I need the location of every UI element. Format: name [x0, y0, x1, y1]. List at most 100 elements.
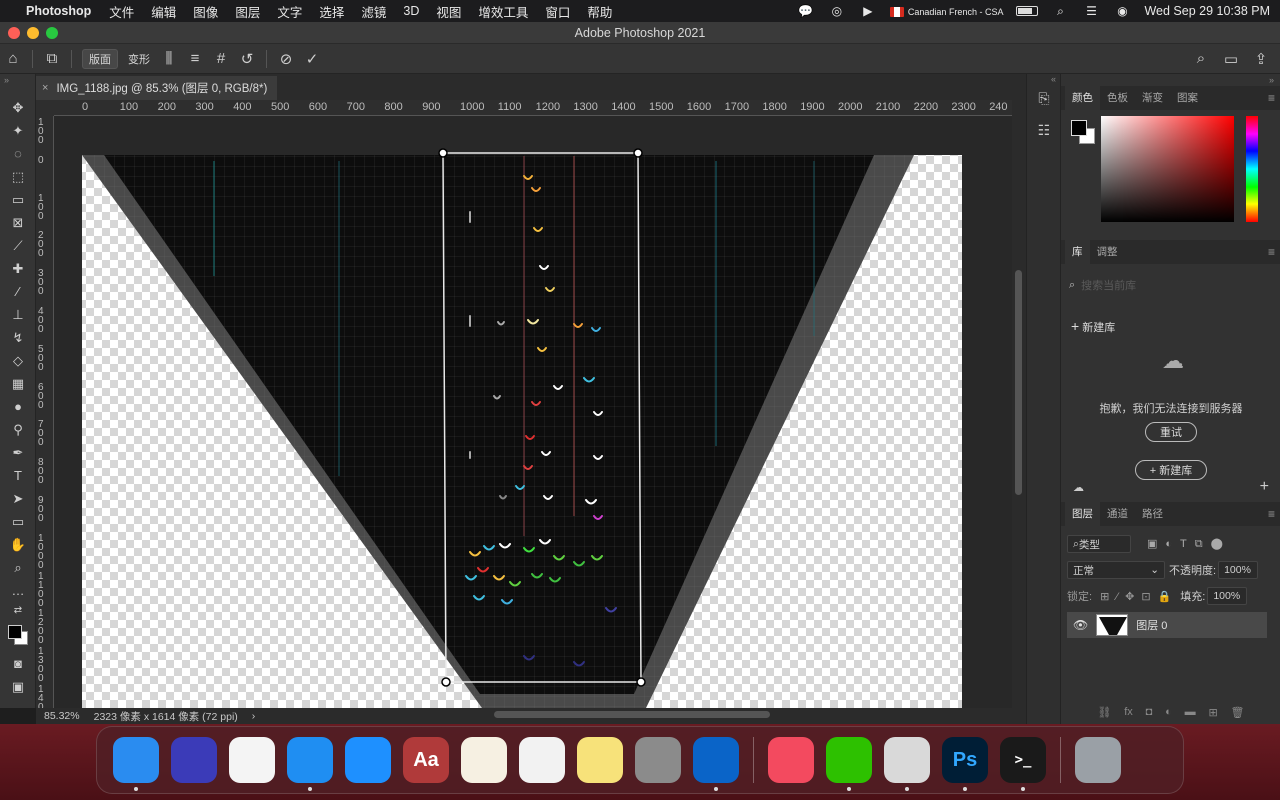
- cancel-transform-icon[interactable]: ⊘: [273, 48, 299, 70]
- menu-plugins[interactable]: 增效工具: [478, 2, 528, 21]
- rectangle-tool-icon[interactable]: ▭: [0, 510, 36, 533]
- delete-layer-icon[interactable]: 🗑: [1231, 706, 1245, 719]
- commit-transform-icon[interactable]: ✓: [299, 48, 325, 70]
- path-select-tool-icon[interactable]: ➤: [0, 487, 36, 510]
- foreground-color-swatch[interactable]: [1071, 120, 1087, 136]
- panel-menu-icon[interactable]: ≡: [1268, 91, 1275, 105]
- dock-music-icon[interactable]: [768, 737, 814, 783]
- split-grid-icon[interactable]: #: [208, 48, 234, 70]
- fill-field[interactable]: 100%: [1207, 587, 1248, 605]
- dock-keynote-icon[interactable]: [519, 737, 565, 783]
- opacity-field[interactable]: 100%: [1218, 561, 1259, 579]
- panels-collapse-icon[interactable]: »: [1061, 74, 1280, 86]
- add-library-item-icon[interactable]: +: [1260, 478, 1269, 496]
- transform-tool-icon[interactable]: ⧉: [39, 48, 65, 70]
- search-icon[interactable]: ⌕: [1051, 4, 1069, 18]
- menu-view[interactable]: 视图: [436, 2, 461, 21]
- hand-tool-icon[interactable]: ✋: [0, 533, 36, 556]
- transform-handle-top-left[interactable]: [438, 148, 448, 158]
- control-center-icon[interactable]: ☰: [1082, 4, 1100, 18]
- layer-filter-select[interactable]: ⌕ 类型: [1067, 535, 1131, 553]
- new-group-icon[interactable]: ▬: [1185, 706, 1196, 718]
- close-window-button[interactable]: [8, 27, 20, 39]
- tab-paths[interactable]: 路径: [1135, 502, 1170, 526]
- dock-trash-icon[interactable]: [1075, 737, 1121, 783]
- adjustment-layer-icon[interactable]: ◐: [1165, 706, 1172, 718]
- healing-brush-tool-icon[interactable]: ✚: [0, 257, 36, 280]
- tab-swatches[interactable]: 色板: [1100, 86, 1135, 110]
- magic-wand-tool-icon[interactable]: ✦: [0, 119, 36, 142]
- menu-layer[interactable]: 图层: [235, 2, 260, 21]
- dodge-tool-icon[interactable]: ⚲: [0, 418, 36, 441]
- cloud-sync-icon[interactable]: ☁: [1073, 481, 1084, 494]
- menubar-clock[interactable]: Wed Sep 29 10:38 PM: [1144, 4, 1270, 18]
- layer-style-icon[interactable]: fx: [1124, 706, 1133, 718]
- tab-adjustments[interactable]: 调整: [1090, 240, 1125, 264]
- layer-name[interactable]: 图层 0: [1136, 617, 1167, 633]
- lock-icons[interactable]: ⊞⁄✥⊡🔒: [1100, 590, 1178, 603]
- lasso-tool-icon[interactable]: ◌: [0, 142, 36, 165]
- new-library-link[interactable]: + 新建库: [1071, 318, 1115, 335]
- document-info[interactable]: 2323 像素 x 1614 像素 (72 ppi): [94, 709, 238, 724]
- dock-siri-icon[interactable]: [171, 737, 217, 783]
- pen-tool-icon[interactable]: ✒: [0, 441, 36, 464]
- play-status-icon[interactable]: ▶: [859, 4, 877, 18]
- frame-tool-icon[interactable]: ⊠: [0, 211, 36, 234]
- input-source-menu[interactable]: Canadian French - CSA: [889, 4, 1003, 18]
- swap-colors-icon[interactable]: ⇄: [0, 602, 36, 618]
- split-vertical-icon[interactable]: ⫼: [156, 48, 182, 70]
- new-layer-icon[interactable]: ⊞: [1208, 706, 1217, 719]
- document-tab[interactable]: × IMG_1188.jpg @ 85.3% (图层 0, RGB/8*): [36, 76, 278, 100]
- move-tool-icon[interactable]: ✥: [0, 96, 36, 119]
- close-tab-icon[interactable]: ×: [42, 82, 48, 94]
- visibility-eye-icon[interactable]: 👁: [1073, 618, 1088, 632]
- more-tools-icon[interactable]: …: [0, 579, 36, 602]
- zoom-tool-icon[interactable]: ⌕: [0, 556, 36, 579]
- eyedropper-tool-icon[interactable]: ⟋: [0, 234, 36, 257]
- menu-edit[interactable]: 编辑: [151, 2, 176, 21]
- menu-select[interactable]: 选择: [319, 2, 344, 21]
- eraser-tool-icon[interactable]: ◇: [0, 349, 36, 372]
- home-icon[interactable]: ⌂: [0, 48, 26, 70]
- menu-file[interactable]: 文件: [109, 2, 134, 21]
- strip-collapse-icon[interactable]: «: [1027, 74, 1060, 84]
- tab-color[interactable]: 颜色: [1065, 86, 1100, 110]
- stamp-tool-icon[interactable]: ⊥: [0, 303, 36, 326]
- ruler-corner[interactable]: [36, 100, 54, 116]
- vertical-ruler[interactable]: 1000100200300400500600700800900100011001…: [36, 116, 54, 708]
- layer-filter-icons[interactable]: ▣◐T⧉⬤: [1147, 537, 1231, 551]
- canvas-area[interactable]: [54, 116, 1012, 708]
- dock-photos-icon[interactable]: [229, 737, 275, 783]
- object-select-tool-icon[interactable]: ⬚: [0, 165, 36, 188]
- adjustments-panel-icon[interactable]: ☷: [1027, 114, 1061, 146]
- toolbar-collapse-icon[interactable]: »: [0, 74, 35, 96]
- horizontal-ruler[interactable]: 0 100 200 300 400 500 600 700 800 900 1000 1100 1200…: [54, 100, 1012, 116]
- zoom-level[interactable]: 85.32%: [44, 710, 80, 722]
- menu-3d[interactable]: 3D: [403, 4, 419, 18]
- tab-channels[interactable]: 通道: [1100, 502, 1135, 526]
- blur-tool-icon[interactable]: ●: [0, 395, 36, 418]
- library-search[interactable]: ⌕ 搜索当前库: [1069, 274, 1269, 296]
- layer-row[interactable]: 👁 图层 0: [1067, 612, 1267, 638]
- dock-script-editor-icon[interactable]: [884, 737, 930, 791]
- menu-image[interactable]: 图像: [193, 2, 218, 21]
- panel-menu-icon[interactable]: ≡: [1268, 507, 1275, 521]
- share-icon[interactable]: ⇪: [1248, 48, 1274, 70]
- dock-wechat-icon[interactable]: [826, 737, 872, 791]
- layout-mode-button[interactable]: 版面: [82, 48, 118, 69]
- dock-terminal-icon[interactable]: >_: [1000, 737, 1046, 791]
- dock-system-preferences-icon[interactable]: [635, 737, 681, 783]
- dock-dictionary-icon[interactable]: Aa: [403, 737, 449, 783]
- menu-help[interactable]: 帮助: [587, 2, 612, 21]
- dock-pages-icon[interactable]: [461, 737, 507, 783]
- tab-patterns[interactable]: 图案: [1170, 86, 1205, 110]
- document-canvas[interactable]: [54, 116, 1012, 708]
- color-spectrum-picker[interactable]: [1101, 116, 1234, 222]
- vertical-scrollbar[interactable]: [1012, 100, 1026, 708]
- dock-notes-icon[interactable]: [577, 737, 623, 783]
- add-mask-icon[interactable]: ◘: [1146, 706, 1153, 718]
- tab-layers[interactable]: 图层: [1065, 502, 1100, 526]
- type-tool-icon[interactable]: T: [0, 464, 36, 487]
- battery-icon[interactable]: [1016, 6, 1039, 16]
- ruler-tool-icon[interactable]: ▭: [0, 188, 36, 211]
